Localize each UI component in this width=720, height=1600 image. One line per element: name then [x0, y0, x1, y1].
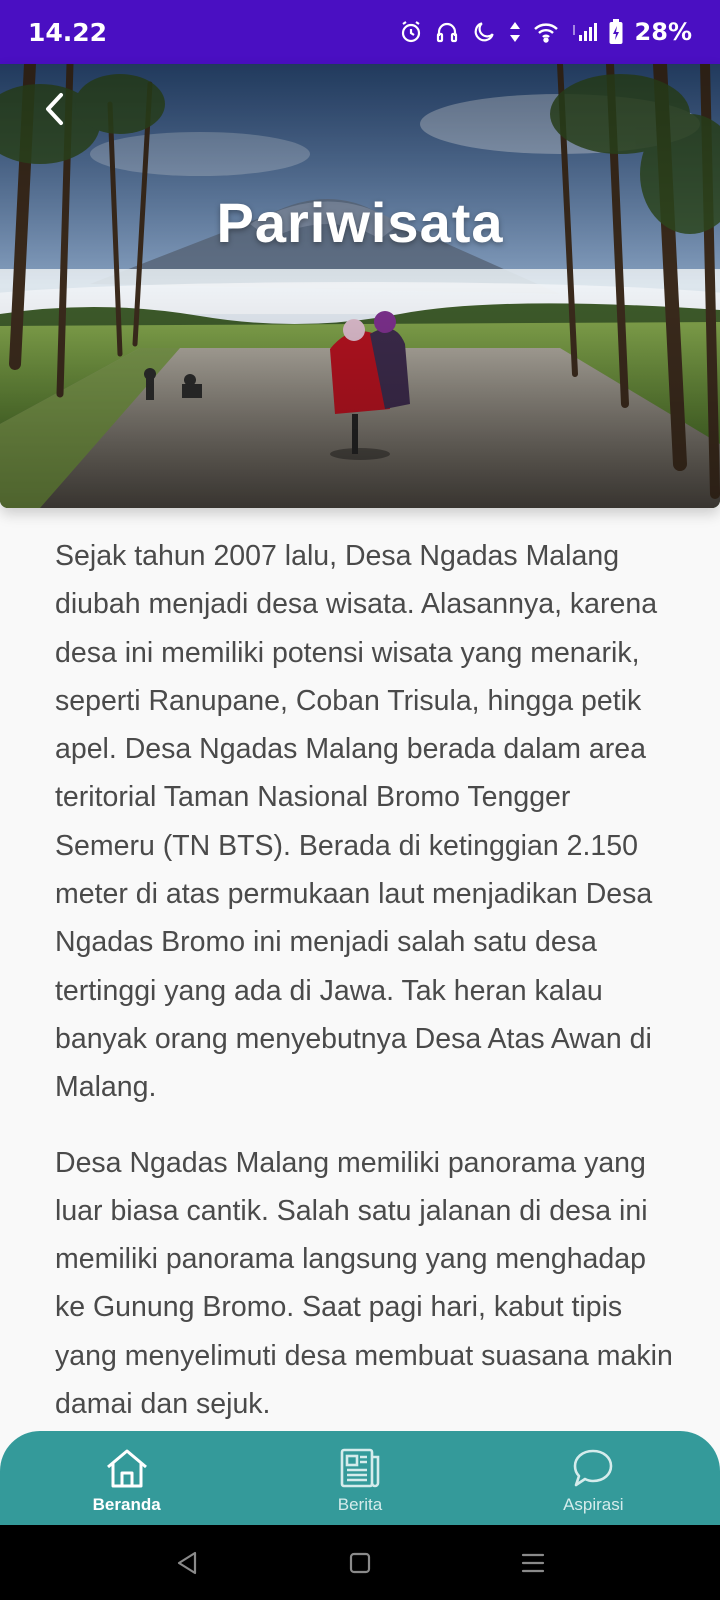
moon-icon [471, 19, 497, 45]
status-bar: 14.22 28% [0, 0, 720, 64]
system-home-button[interactable] [335, 1538, 385, 1588]
chevron-left-icon [46, 93, 63, 125]
article-paragraph: Desa Ngadas Malang memiliki panorama yan… [55, 1146, 673, 1421]
wifi-icon [533, 21, 559, 43]
chat-bubble-icon [574, 1449, 613, 1487]
page-title: Pariwisata [216, 191, 504, 254]
system-navigation-bar [0, 1525, 720, 1600]
news-icon [340, 1448, 380, 1488]
signal-icon [571, 21, 597, 43]
nav-item-beranda[interactable]: Beranda [27, 1441, 227, 1515]
status-time: 14.22 [28, 17, 108, 47]
article-body: Sejak tahun 2007 lalu, Desa Ngadas Malan… [55, 532, 675, 1455]
headphones-icon [435, 20, 459, 44]
hero-image [0, 64, 720, 508]
bottom-navigation: Beranda Berita Aspirasi [0, 1431, 720, 1525]
nav-label-beranda: Beranda [92, 1495, 161, 1514]
battery-percentage: 28% [634, 18, 692, 46]
nav-label-aspirasi: Aspirasi [563, 1495, 624, 1514]
home-square-icon [349, 1552, 371, 1573]
nav-item-aspirasi[interactable]: Aspirasi [493, 1441, 693, 1515]
hero-banner: Pariwisata [0, 64, 720, 508]
battery-icon [609, 19, 623, 45]
back-triangle-icon [177, 1551, 196, 1574]
system-recents-button[interactable] [508, 1538, 558, 1588]
recents-lines-icon [522, 1553, 545, 1572]
system-back-button[interactable] [162, 1538, 212, 1588]
nav-label-berita: Berita [337, 1495, 383, 1514]
home-icon [106, 1449, 147, 1488]
back-button[interactable] [36, 90, 74, 128]
nav-item-berita[interactable]: Berita [260, 1441, 460, 1515]
alarm-icon [399, 20, 423, 44]
status-icons: 28% [399, 18, 692, 46]
data-arrows-icon [509, 20, 521, 44]
article-paragraph: Sejak tahun 2007 lalu, Desa Ngadas Malan… [55, 540, 658, 1104]
